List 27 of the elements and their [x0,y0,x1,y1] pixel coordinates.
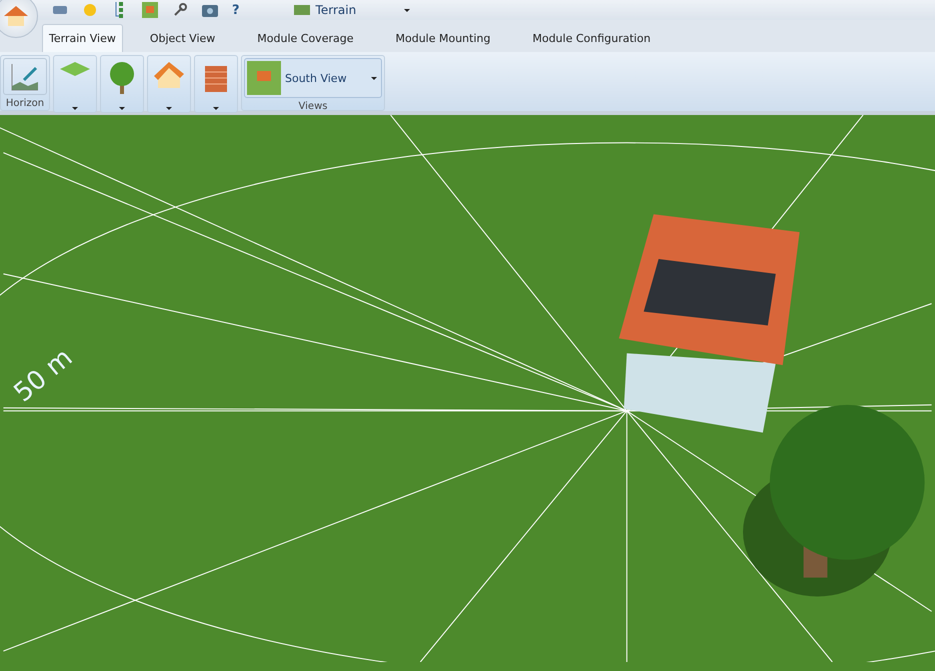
horizon-button[interactable] [3,58,47,95]
object-dropdown-button[interactable] [147,55,191,113]
app-menu-button[interactable] [0,0,38,38]
ribbon-tab[interactable]: Module Coverage [240,24,370,52]
ribbon-tab[interactable]: Module Mounting [378,24,508,52]
ribbon-tab[interactable]: Terrain View [42,24,123,52]
ribbon-tab[interactable]: Module Configuration [515,24,668,52]
group-label: Horizon [6,97,44,110]
camera-icon[interactable] [202,2,218,18]
grass-tile-icon [60,62,90,76]
object-dropdown-button[interactable] [53,55,97,113]
terrain-dropdown[interactable]: Terrain [294,1,410,19]
horizon-chart-icon [10,62,40,92]
house-icon [154,62,184,90]
terrain-icon [294,5,310,15]
ribbon-tab[interactable]: Object View [132,24,232,52]
house-icon [2,4,30,28]
wrench-icon[interactable] [172,2,188,18]
object-dropdown-button[interactable] [100,55,144,113]
terrain-viewport[interactable]: 50 m [0,115,935,671]
view-dropdown[interactable]: South View [244,58,382,98]
south-view-icon [247,61,281,95]
group-label: Views [298,100,328,113]
tree-icon [108,62,136,94]
help-button[interactable]: ? [232,2,240,18]
distance-label: 50 m [8,342,78,408]
object-dropdown-button[interactable] [194,55,238,113]
